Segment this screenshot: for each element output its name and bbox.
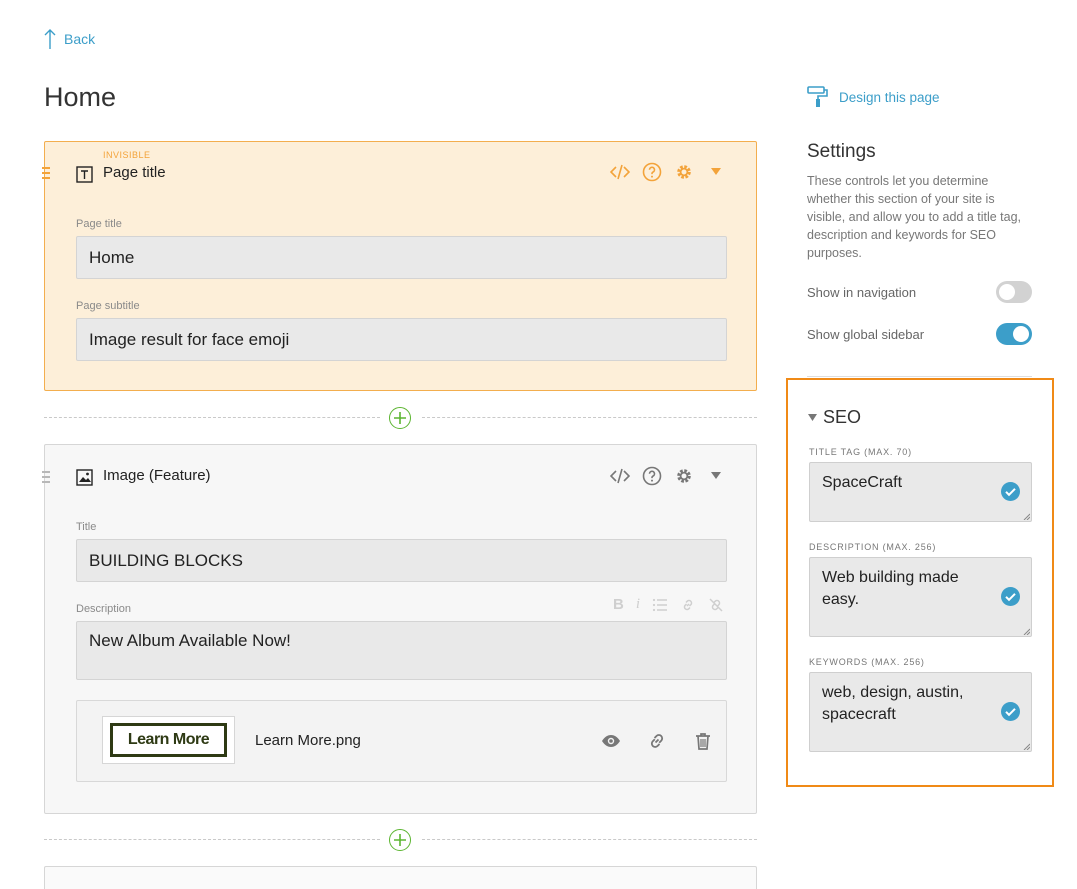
chevron-down-icon[interactable] bbox=[706, 466, 726, 486]
bold-icon[interactable]: B bbox=[613, 596, 624, 613]
check-circle-icon bbox=[1001, 587, 1020, 606]
arrow-up-icon bbox=[44, 29, 56, 49]
image-feature-block: Image (Feature) Title BUILDING BLOCKS De… bbox=[42, 444, 757, 814]
field-label: Title bbox=[76, 521, 97, 533]
field-label: DESCRIPTION (MAX. 256) bbox=[809, 542, 937, 552]
add-block-divider bbox=[44, 407, 757, 429]
file-name: Learn More.png bbox=[255, 732, 361, 749]
gear-icon[interactable] bbox=[674, 466, 694, 486]
link-icon[interactable] bbox=[646, 730, 668, 752]
page-title-input[interactable]: Home bbox=[76, 236, 727, 279]
unlink-icon[interactable] bbox=[708, 597, 724, 613]
page-subtitle-input[interactable]: Image result for face emoji bbox=[76, 318, 727, 361]
visibility-badge: INVISIBLE bbox=[103, 150, 151, 160]
keywords-value: web, design, austin, spacecraft bbox=[822, 684, 964, 723]
toggle-label: Show global sidebar bbox=[807, 326, 925, 342]
trash-icon[interactable] bbox=[692, 730, 714, 752]
divider bbox=[807, 376, 1032, 377]
code-icon[interactable] bbox=[610, 466, 630, 486]
next-block bbox=[44, 866, 757, 889]
gear-icon[interactable] bbox=[674, 162, 694, 182]
field-label: Page subtitle bbox=[76, 300, 140, 312]
show-global-sidebar-toggle[interactable] bbox=[996, 323, 1032, 345]
back-link[interactable]: Back bbox=[44, 28, 95, 50]
block-name: Page title bbox=[103, 164, 166, 181]
keywords-input[interactable]: web, design, austin, spacecraft bbox=[809, 672, 1032, 752]
drag-handle[interactable] bbox=[42, 167, 50, 182]
check-circle-icon bbox=[1001, 702, 1020, 721]
paint-roller-icon bbox=[807, 86, 828, 107]
list-icon[interactable] bbox=[652, 597, 668, 613]
thumbnail-text: Learn More bbox=[110, 723, 227, 757]
resize-grip-icon[interactable] bbox=[1023, 628, 1030, 635]
chevron-down-icon[interactable] bbox=[706, 162, 726, 182]
text-icon bbox=[76, 166, 93, 183]
italic-icon[interactable]: i bbox=[636, 596, 640, 613]
page-title-block: INVISIBLE Page title Page title Home Pag… bbox=[42, 141, 757, 391]
title-tag-input[interactable]: SpaceCraft bbox=[809, 462, 1032, 522]
block-name: Image (Feature) bbox=[103, 467, 211, 484]
settings-title: Settings bbox=[807, 141, 876, 162]
page-title: Home bbox=[44, 82, 117, 112]
drag-handle[interactable] bbox=[42, 471, 50, 486]
back-label: Back bbox=[64, 31, 96, 47]
image-icon bbox=[76, 469, 93, 486]
show-in-navigation-row: Show in navigation bbox=[807, 281, 1032, 303]
title-input[interactable]: BUILDING BLOCKS bbox=[76, 539, 727, 582]
field-label: Page title bbox=[76, 218, 122, 230]
field-label: KEYWORDS (MAX. 256) bbox=[809, 657, 925, 667]
field-label: Description bbox=[76, 603, 132, 615]
design-link-label: Design this page bbox=[839, 89, 940, 105]
caret-down-icon bbox=[808, 414, 817, 421]
add-block-button[interactable] bbox=[389, 829, 411, 851]
eye-icon[interactable] bbox=[600, 730, 622, 752]
file-attachment: Learn More Learn More.png bbox=[76, 700, 727, 782]
field-label: TITLE TAG (MAX. 70) bbox=[809, 447, 912, 457]
resize-grip-icon[interactable] bbox=[1023, 513, 1030, 520]
seo-section: SEO TITLE TAG (MAX. 70) SpaceCraft DESCR… bbox=[786, 378, 1054, 787]
title-tag-value: SpaceCraft bbox=[822, 474, 903, 491]
add-block-button[interactable] bbox=[389, 407, 411, 429]
seo-title: SEO bbox=[823, 407, 862, 427]
add-block-divider bbox=[44, 829, 757, 851]
design-page-link[interactable]: Design this page bbox=[807, 86, 940, 108]
help-icon[interactable] bbox=[642, 162, 662, 182]
plus-icon bbox=[394, 412, 406, 424]
check-circle-icon bbox=[1001, 482, 1020, 501]
show-in-navigation-toggle[interactable] bbox=[996, 281, 1032, 303]
link-icon[interactable] bbox=[680, 597, 696, 613]
description-textarea[interactable]: New Album Available Now! bbox=[76, 621, 727, 680]
description-input[interactable]: Web building made easy. bbox=[809, 557, 1032, 637]
show-global-sidebar-row: Show global sidebar bbox=[807, 323, 1032, 345]
plus-icon bbox=[394, 834, 406, 846]
resize-grip-icon[interactable] bbox=[1023, 743, 1030, 750]
help-icon[interactable] bbox=[642, 466, 662, 486]
code-icon[interactable] bbox=[610, 162, 630, 182]
toggle-label: Show in navigation bbox=[807, 284, 917, 300]
seo-toggle[interactable]: SEO bbox=[808, 407, 861, 428]
image-thumbnail[interactable]: Learn More bbox=[102, 716, 235, 764]
description-value: Web building made easy. bbox=[822, 569, 959, 608]
settings-description: These controls let you determine whether… bbox=[807, 174, 1022, 260]
